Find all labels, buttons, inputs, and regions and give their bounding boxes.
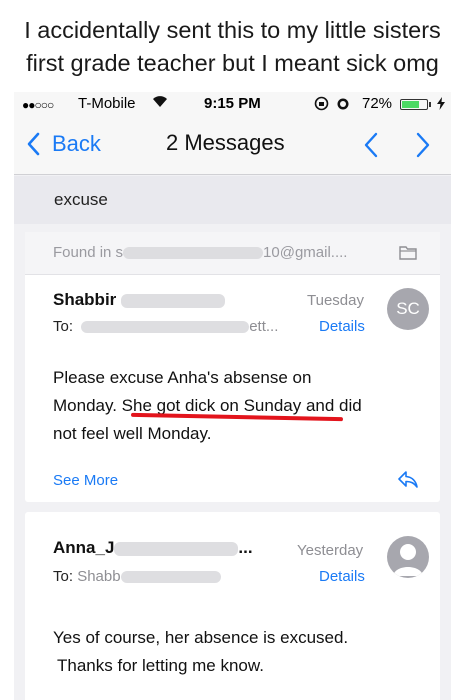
wifi-icon [152,94,168,112]
recipient-visible: Shabb [77,568,121,585]
meme-caption: I accidentally sent this to my little si… [0,14,465,80]
to-label: To: [53,568,74,585]
avatar-placeholder-icon[interactable] [387,536,429,578]
subject-header: excuse [14,176,451,224]
clock-time: 9:15 PM [204,95,261,112]
message-body: Please excuse Anha's absense on Monday. … [53,364,362,448]
details-link[interactable]: Details [319,318,365,335]
rotation-lock-icon [314,96,329,115]
caption-line-2: first grade teacher but I meant sick omg [26,50,439,76]
redacted-email-blur [123,247,264,260]
reply-icon[interactable] [397,470,419,493]
message-date: Tuesday [307,292,364,309]
avatar[interactable]: SC [387,288,429,330]
sender-name[interactable]: Shabbir [53,290,226,310]
message-card-1[interactable]: Found in s 10@gmail.... Shabbir Tuesday S… [25,232,440,502]
battery-icon [400,99,428,110]
redacted-recipient-blur [120,571,221,584]
previous-message-chevron-icon[interactable] [363,132,379,163]
subject-line: excuse [54,190,108,209]
to-recipient-row: To: ett... [53,318,278,335]
to-recipient-row: To: Shabb [53,568,221,585]
back-label: Back [52,131,101,156]
redacted-surname-blur [121,293,226,308]
charging-bolt-icon [437,97,445,114]
page-title: 2 Messages [166,130,285,155]
body-line: not feel well Monday. [53,424,212,443]
navigation-bar: Back 2 Messages [14,116,451,175]
details-link[interactable]: Details [319,568,365,585]
body-line: Yes of course, her absence is excused. [53,628,349,647]
message-body: Yes of course, her absence is excused. T… [53,624,348,680]
found-in-row[interactable]: Found in s 10@gmail.... [25,232,440,275]
message-date: Yesterday [297,542,364,559]
next-message-chevron-icon[interactable] [415,132,431,163]
alarm-icon [336,96,350,115]
to-label: To: [53,318,74,335]
battery-percent: 72% [362,95,393,112]
sender-name-suffix: ... [238,538,253,557]
sender-name-visible: Shabbir [53,290,117,309]
carrier-label: T-Mobile [78,95,136,112]
phone-screenshot: ●●○○○ T-Mobile 9:15 PM 72% Back 2 Messag… [14,92,451,700]
found-in-suffix: 10@gmail.... [263,244,348,261]
sender-name[interactable]: Anna_J... [53,538,253,558]
found-in-prefix: Found in s [53,244,124,261]
signal-strength-icon: ●●○○○ [22,98,54,112]
caption-line-1: I accidentally sent this to my little si… [24,17,441,43]
redacted-surname-blur [114,541,239,556]
recipient-suffix: ett... [249,318,279,335]
folder-icon[interactable] [399,245,417,264]
see-more-link[interactable]: See More [53,472,118,489]
status-bar: ●●○○○ T-Mobile 9:15 PM 72% [14,92,451,116]
chevron-left-icon [26,132,40,161]
body-line: Please excuse Anha's absense on [53,368,312,387]
battery-tip-icon [429,102,431,107]
redacted-recipient-blur [81,321,250,334]
message-card-2[interactable]: Anna_J... Yesterday To: Shabb Details Ye… [25,512,440,700]
body-line: Thanks for letting me know. [57,656,264,675]
sender-name-visible: Anna_J [53,538,115,557]
